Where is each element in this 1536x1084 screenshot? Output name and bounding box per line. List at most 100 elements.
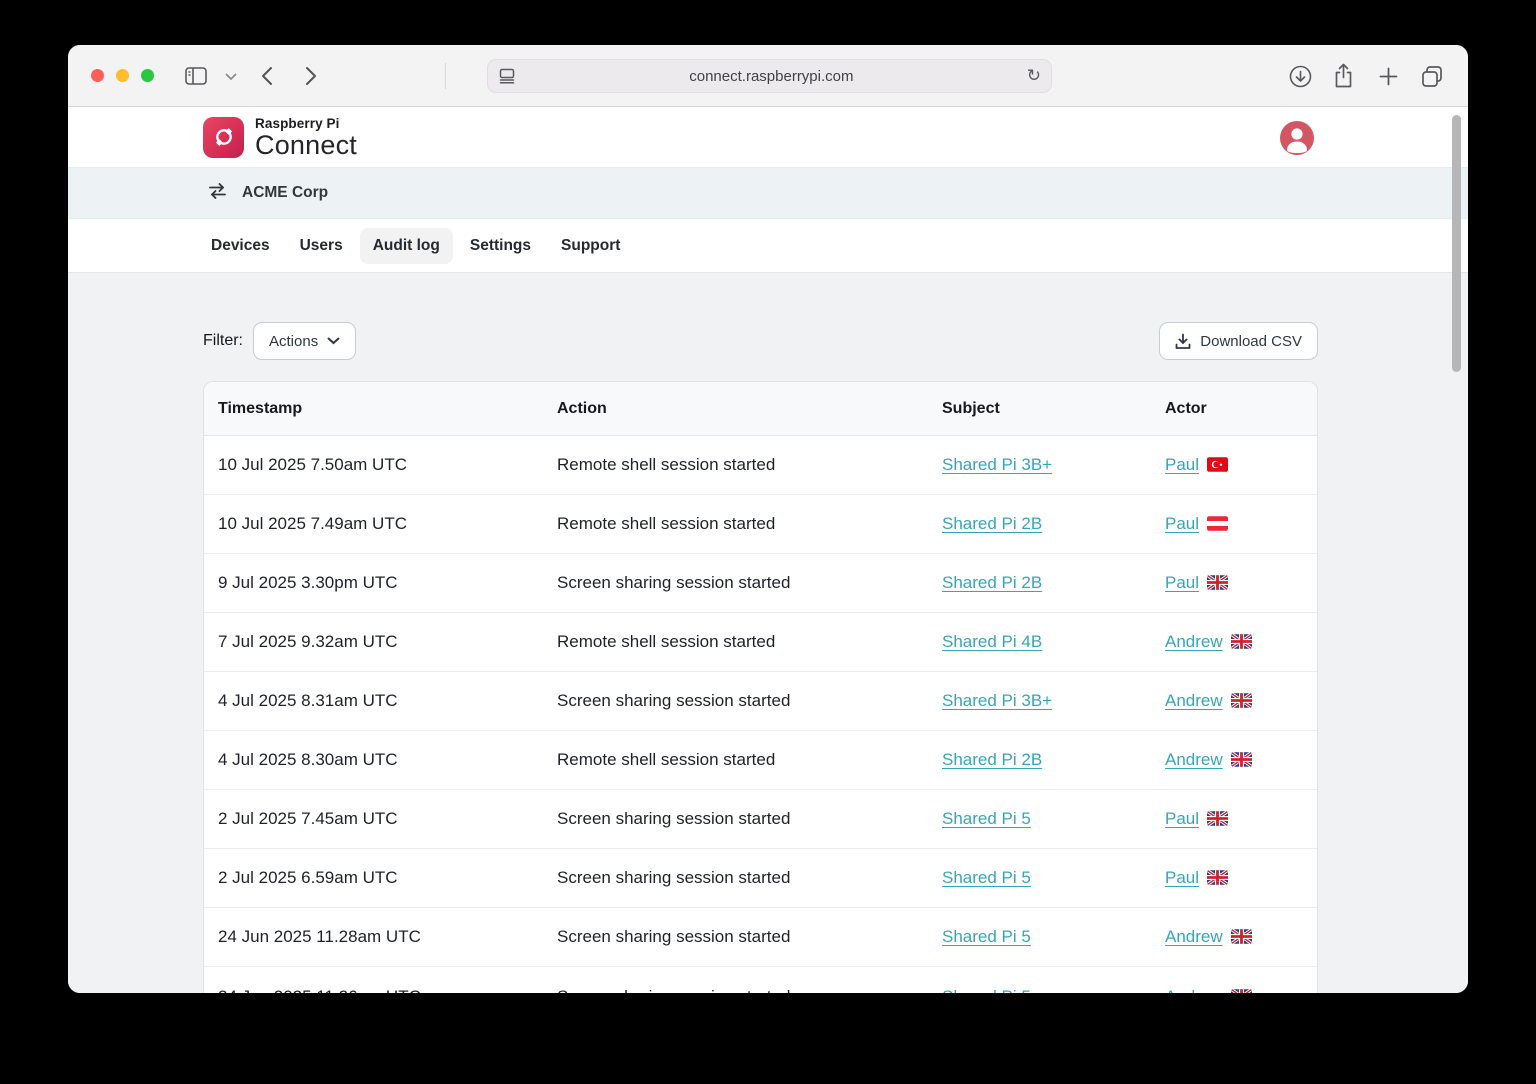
actor-link[interactable]: Paul (1165, 455, 1199, 474)
timestamp-cell: 2 Jul 2025 7.45am UTC (218, 809, 557, 829)
audit-table-body: 10 Jul 2025 7.50am UTC Remote shell sess… (204, 436, 1317, 993)
actor-link[interactable]: Andrew (1165, 987, 1223, 994)
subject-link[interactable]: Shared Pi 3B+ (942, 455, 1052, 474)
subject-link[interactable]: Shared Pi 2B (942, 573, 1042, 592)
timestamp-cell: 24 Jun 2025 11.28am UTC (218, 927, 557, 947)
chevron-down-icon (327, 337, 340, 345)
download-icon (1175, 333, 1191, 350)
action-cell: Screen sharing session started (557, 573, 942, 593)
user-avatar[interactable] (1280, 121, 1314, 155)
column-header-actor: Actor (1165, 400, 1317, 418)
action-cell: Screen sharing session started (557, 927, 942, 947)
actor-link[interactable]: Paul (1165, 514, 1199, 533)
action-cell: Screen sharing session started (557, 868, 942, 888)
uk-flag-icon (1231, 693, 1252, 708)
url-text: connect.raspberrypi.com (516, 68, 1027, 85)
timestamp-cell: 9 Jul 2025 3.30pm UTC (218, 573, 557, 593)
table-row: 10 Jul 2025 7.49am UTC Remote shell sess… (204, 495, 1317, 554)
audit-log-table: Timestamp Action Subject Actor 10 Jul 20… (203, 381, 1318, 993)
nav-item-settings[interactable]: Settings (457, 228, 544, 264)
action-cell: Screen sharing session started (557, 809, 942, 829)
uk-flag-icon (1231, 634, 1252, 649)
uk-flag-icon (1207, 870, 1228, 885)
actor-link[interactable]: Andrew (1165, 750, 1223, 769)
nav-item-devices[interactable]: Devices (198, 228, 283, 264)
address-bar[interactable]: connect.raspberrypi.com ↻ (487, 59, 1052, 93)
actions-filter-label: Actions (269, 333, 318, 350)
timestamp-cell: 4 Jul 2025 8.30am UTC (218, 750, 557, 770)
action-cell: Remote shell session started (557, 514, 942, 534)
forward-button[interactable] (305, 66, 317, 86)
nav-item-users[interactable]: Users (287, 228, 356, 264)
action-cell: Remote shell session started (557, 455, 942, 475)
org-name: ACME Corp (242, 184, 328, 202)
raspberry-pi-connect-logo[interactable]: Raspberry Pi Connect (203, 116, 357, 159)
actor-link[interactable]: Andrew (1165, 632, 1223, 651)
org-switcher-bar[interactable]: ACME Corp (68, 168, 1468, 219)
close-window-button[interactable] (91, 69, 104, 82)
app-header: Raspberry Pi Connect (68, 107, 1468, 168)
action-cell: Screen sharing session started (557, 987, 942, 994)
timestamp-cell: 2 Jul 2025 6.59am UTC (218, 868, 557, 888)
timestamp-cell: 24 Jun 2025 11.26am UTC (218, 987, 557, 994)
reload-icon[interactable]: ↻ (1027, 66, 1041, 86)
actor-link[interactable]: Andrew (1165, 927, 1223, 946)
zoom-window-button[interactable] (141, 69, 154, 82)
main-nav: Devices Users Audit log Settings Support (68, 219, 1468, 273)
subject-link[interactable]: Shared Pi 4B (942, 632, 1042, 651)
brand-connect: Connect (255, 132, 357, 159)
action-cell: Remote shell session started (557, 750, 942, 770)
table-row: 10 Jul 2025 7.50am UTC Remote shell sess… (204, 436, 1317, 495)
table-row: 24 Jun 2025 11.26am UTC Screen sharing s… (204, 967, 1317, 993)
actor-link[interactable]: Paul (1165, 573, 1199, 592)
table-row: 4 Jul 2025 8.31am UTC Screen sharing ses… (204, 672, 1317, 731)
switch-org-icon (208, 183, 227, 204)
browser-window: connect.raspberrypi.com ↻ (68, 45, 1468, 993)
back-button[interactable] (261, 66, 273, 86)
uk-flag-icon (1231, 989, 1252, 994)
table-row: 4 Jul 2025 8.30am UTC Remote shell sessi… (204, 731, 1317, 790)
actor-link[interactable]: Andrew (1165, 691, 1223, 710)
audit-log-page: Filter: Actions Download CSV Timestamp (68, 273, 1468, 993)
download-csv-button[interactable]: Download CSV (1159, 322, 1318, 360)
download-csv-label: Download CSV (1200, 333, 1302, 350)
subject-link[interactable]: Shared Pi 5 (942, 868, 1031, 887)
subject-link[interactable]: Shared Pi 5 (942, 809, 1031, 828)
timestamp-cell: 4 Jul 2025 8.31am UTC (218, 691, 557, 711)
minimize-window-button[interactable] (116, 69, 129, 82)
actions-filter-dropdown[interactable]: Actions (253, 322, 356, 360)
downloads-icon[interactable] (1289, 65, 1312, 88)
nav-item-support[interactable]: Support (548, 228, 633, 264)
subject-link[interactable]: Shared Pi 5 (942, 927, 1031, 946)
subject-link[interactable]: Shared Pi 2B (942, 514, 1042, 533)
turkey-flag-icon (1207, 457, 1228, 472)
timestamp-cell: 10 Jul 2025 7.50am UTC (218, 455, 557, 475)
timestamp-cell: 10 Jul 2025 7.49am UTC (218, 514, 557, 534)
column-header-subject: Subject (942, 400, 1165, 418)
austria-flag-icon (1207, 516, 1228, 531)
table-row: 9 Jul 2025 3.30pm UTC Screen sharing ses… (204, 554, 1317, 613)
subject-link[interactable]: Shared Pi 2B (942, 750, 1042, 769)
website-settings-icon[interactable] (498, 68, 516, 84)
actor-link[interactable]: Paul (1165, 868, 1199, 887)
page-scrollbar-thumb[interactable] (1452, 115, 1461, 372)
sidebar-toggle-icon[interactable] (185, 67, 207, 85)
uk-flag-icon (1207, 811, 1228, 826)
column-header-timestamp: Timestamp (218, 400, 557, 418)
toolbar-divider (445, 63, 446, 89)
filter-label: Filter: (203, 332, 243, 350)
timestamp-cell: 7 Jul 2025 9.32am UTC (218, 632, 557, 652)
table-row: 2 Jul 2025 7.45am UTC Screen sharing ses… (204, 790, 1317, 849)
filter-row: Filter: Actions Download CSV (203, 273, 1318, 360)
subject-link[interactable]: Shared Pi 3B+ (942, 691, 1052, 710)
nav-item-audit-log[interactable]: Audit log (360, 228, 453, 264)
tab-overview-icon[interactable] (1420, 64, 1445, 89)
subject-link[interactable]: Shared Pi 5 (942, 987, 1031, 994)
action-cell: Remote shell session started (557, 632, 942, 652)
uk-flag-icon (1207, 575, 1228, 590)
share-icon[interactable] (1333, 63, 1354, 89)
new-tab-icon[interactable] (1379, 67, 1398, 86)
connect-logo-icon (203, 117, 244, 158)
sidebar-chevron-down-icon[interactable] (225, 73, 237, 81)
actor-link[interactable]: Paul (1165, 809, 1199, 828)
